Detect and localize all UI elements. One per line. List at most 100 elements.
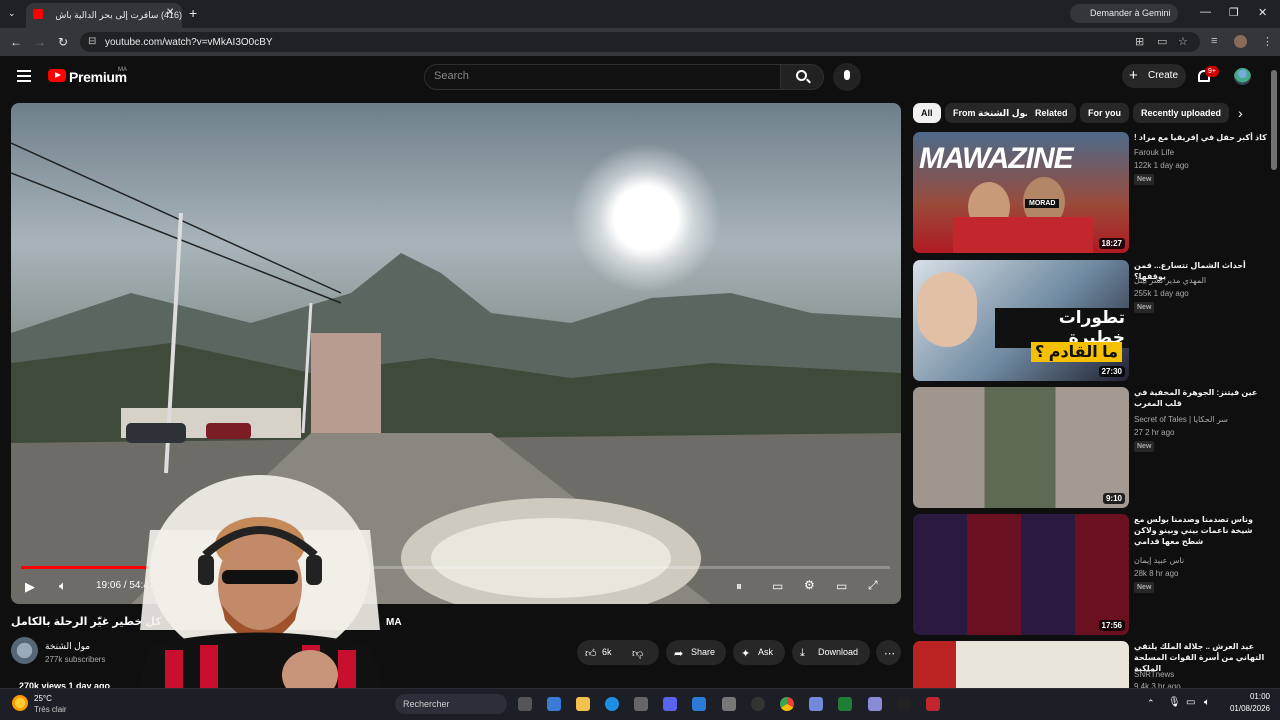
weather-temp[interactable]: 25°C bbox=[34, 694, 52, 703]
like-dislike-group: 👍︎ 6k 👎︎ bbox=[577, 640, 659, 665]
channel-name[interactable]: مول الشنخة bbox=[45, 641, 90, 652]
recommendation-channel[interactable]: Secret of Tales | سر الحكايا bbox=[1134, 415, 1228, 424]
recommendation-title[interactable]: عين فيتنز: الجوهرة المخفية في قلب المغرب bbox=[1134, 387, 1268, 409]
chip-from-channel[interactable]: From مول الشنخة bbox=[945, 103, 1039, 123]
recommendation-title[interactable]: وناس تصدمنا وصدمنا بولس مع شيخة ناعمات ب… bbox=[1134, 514, 1268, 547]
tray-chevron-icon[interactable]: ⌃ bbox=[1147, 698, 1155, 709]
account-avatar[interactable] bbox=[1234, 68, 1251, 85]
nvidia-icon[interactable] bbox=[838, 697, 852, 711]
cast-icon[interactable]: ▭ bbox=[1157, 35, 1167, 48]
theater-mode-icon[interactable]: ▭ bbox=[836, 579, 847, 593]
recommendation-title[interactable]: كاذ أكبر حفل في إفريقيا مع مراد ! bbox=[1134, 132, 1268, 143]
sparkle-icon: ✦ bbox=[741, 648, 751, 660]
weather-condition: Très clair bbox=[34, 705, 67, 714]
ask-button[interactable]: ✦ Ask bbox=[733, 640, 785, 665]
share-button[interactable]: ➦ Share bbox=[666, 640, 726, 665]
search-input[interactable] bbox=[424, 64, 781, 90]
page-scrollbar[interactable] bbox=[1271, 70, 1277, 170]
chips-next-icon[interactable]: › bbox=[1238, 105, 1243, 121]
site-info-icon[interactable]: ⊟ bbox=[88, 36, 96, 47]
recommendation-thumbnail[interactable]: تطورات خطيرة ما القادم ؟ 27:30 bbox=[913, 260, 1129, 381]
obs-icon[interactable] bbox=[897, 697, 911, 711]
edge-icon[interactable] bbox=[605, 697, 619, 711]
thumbnail-label: MORAD bbox=[1025, 199, 1060, 208]
file-explorer-icon[interactable] bbox=[576, 697, 590, 711]
recording-app-icon[interactable] bbox=[926, 697, 940, 711]
forward-icon[interactable]: → bbox=[34, 35, 46, 49]
profile-avatar[interactable] bbox=[1234, 35, 1247, 48]
chip-related[interactable]: Related bbox=[1027, 103, 1076, 123]
download-label: Download bbox=[818, 647, 859, 657]
thumbnail-text: ما القادم ؟ bbox=[1031, 342, 1123, 362]
streamer-webcam-overlay bbox=[130, 475, 395, 720]
country-code: MA bbox=[118, 67, 127, 73]
new-badge: New bbox=[1134, 582, 1155, 593]
autoplay-toggle-icon[interactable]: ⏸︎ bbox=[736, 579, 742, 594]
weather-icon[interactable] bbox=[12, 695, 28, 711]
mail-icon[interactable] bbox=[692, 697, 706, 711]
download-button[interactable]: ⤓ Download bbox=[792, 640, 870, 665]
fullscreen-icon[interactable]: ⤢ bbox=[868, 578, 878, 593]
recommendation-meta: 27 2 hr ago bbox=[1134, 428, 1175, 437]
bookmark-star-icon[interactable]: ☆ bbox=[1178, 35, 1188, 48]
recommendation-thumbnail[interactable]: 17:56 bbox=[913, 514, 1129, 635]
task-view-icon[interactable] bbox=[518, 697, 532, 711]
recommendation-channel[interactable]: Farouk Life bbox=[1134, 148, 1174, 157]
recommendation-thumbnail[interactable] bbox=[913, 641, 1129, 688]
new-badge: New bbox=[1134, 302, 1155, 313]
gemini-button[interactable]: Demander à Gemini bbox=[1070, 4, 1178, 23]
discord-icon[interactable] bbox=[663, 697, 677, 711]
chip-recently-uploaded[interactable]: Recently uploaded bbox=[1133, 103, 1230, 123]
recommendation-thumbnail[interactable]: MAWAZINE MORAD 18:27 bbox=[913, 132, 1129, 253]
app-icon-2[interactable] bbox=[868, 697, 882, 711]
guide-menu-icon[interactable] bbox=[17, 70, 31, 82]
recommendation-thumbnail[interactable]: 9:10 bbox=[913, 387, 1129, 508]
subtitles-icon[interactable]: ▭ bbox=[772, 579, 783, 593]
chrome-menu-icon[interactable]: ⋮ bbox=[1262, 35, 1273, 48]
recommendation-channel[interactable]: ناس عبيد إيمان bbox=[1134, 556, 1184, 565]
voice-search-icon[interactable] bbox=[833, 63, 861, 91]
copilot-icon[interactable] bbox=[547, 697, 561, 711]
settings-gear-icon[interactable]: ⚙ bbox=[804, 578, 815, 592]
gamepad-icon[interactable] bbox=[809, 697, 823, 711]
clock-date[interactable]: 01/08/2026 bbox=[1226, 704, 1270, 713]
network-icon[interactable]: ▭ bbox=[1186, 697, 1195, 708]
translate-icon[interactable]: ⊞ bbox=[1135, 35, 1144, 48]
youtube-logo-icon[interactable] bbox=[48, 69, 66, 82]
reload-icon[interactable]: ↻ bbox=[58, 35, 68, 49]
channel-avatar[interactable] bbox=[11, 637, 38, 664]
recommendation-channel[interactable]: المهدي مدير نشر بيتل bbox=[1134, 276, 1206, 285]
dislike-icon[interactable]: 👎︎ bbox=[632, 647, 643, 660]
like-icon[interactable]: 👍︎ bbox=[585, 647, 597, 660]
play-icon[interactable]: ▶ bbox=[25, 579, 35, 595]
plus-icon: + bbox=[1129, 67, 1138, 84]
restore-icon[interactable]: ❐ bbox=[1229, 6, 1239, 19]
tab-close-icon[interactable]: ✕ bbox=[166, 7, 174, 18]
chip-all[interactable]: All bbox=[913, 103, 941, 123]
minimize-icon[interactable]: — bbox=[1200, 6, 1211, 18]
download-icon: ⤓ bbox=[800, 647, 805, 659]
video-duration: 18:27 bbox=[1098, 238, 1125, 249]
tab-current[interactable]: (416) سافرت إلى بحر الدالية باش bbox=[26, 3, 182, 28]
microphone-tray-icon[interactable]: 🎙︎ bbox=[1168, 697, 1181, 708]
recommendation-channel[interactable]: SNRTnews bbox=[1134, 670, 1174, 679]
tab-list-icon[interactable]: ⌄ bbox=[8, 8, 16, 19]
more-actions-button[interactable]: ⋯ bbox=[876, 640, 901, 665]
store-icon[interactable] bbox=[634, 697, 648, 711]
taskbar-search[interactable]: Rechercher bbox=[395, 694, 507, 714]
like-count[interactable]: 6k bbox=[602, 647, 612, 657]
video-duration: 27:30 bbox=[1098, 366, 1125, 377]
url-text[interactable]: youtube.com/watch?v=vMkAI3O0cBY bbox=[105, 37, 273, 48]
steam-icon[interactable] bbox=[751, 697, 765, 711]
volume-icon[interactable]: 🔈︎ bbox=[59, 578, 67, 594]
app-icon[interactable] bbox=[722, 697, 736, 711]
chrome-icon[interactable] bbox=[780, 697, 794, 711]
volume-tray-icon[interactable]: 🔈︎ bbox=[1204, 697, 1210, 708]
close-window-icon[interactable]: ✕ bbox=[1258, 6, 1267, 19]
back-icon[interactable]: ← bbox=[10, 35, 22, 49]
clock-time[interactable]: 01:00 bbox=[1226, 692, 1270, 701]
recommendation-meta: 28k 8 hr ago bbox=[1134, 569, 1179, 578]
new-tab-button[interactable]: + bbox=[189, 5, 197, 21]
reading-list-icon[interactable]: ≡ bbox=[1211, 35, 1217, 47]
chip-for-you[interactable]: For you bbox=[1080, 103, 1129, 123]
